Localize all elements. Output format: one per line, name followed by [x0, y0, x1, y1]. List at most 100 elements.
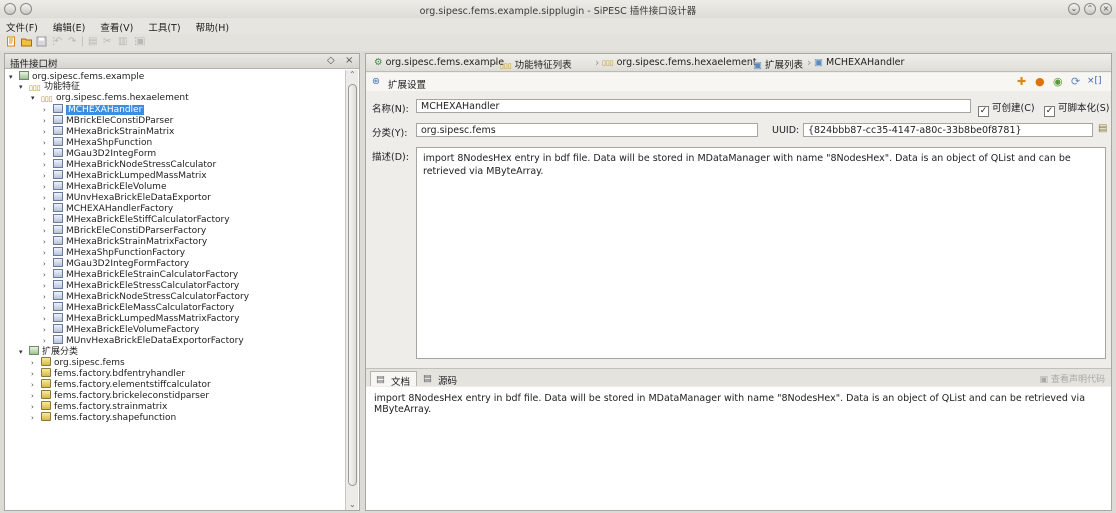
folder-icon [41, 357, 51, 366]
package-icon: ▯▯▯ [41, 95, 53, 103]
tree-root[interactable]: ▾ org.sipesc.fems.example [9, 71, 144, 82]
scriptable-checkbox[interactable]: ✓ 可脚本化(S) [1044, 100, 1109, 117]
menu-edit[interactable]: 编辑(E) [47, 18, 91, 34]
breadcrumb: ⚙ org.sipesc.fems.example › ▯▯▯ 功能特征列表 ›… [366, 54, 1111, 72]
breadcrumb-item-features[interactable]: ▯▯▯ 功能特征列表 [500, 57, 572, 71]
redo-icon[interactable]: ↷ [68, 36, 79, 47]
class-icon [53, 104, 63, 113]
class-icon [53, 192, 63, 201]
tree-class-item[interactable]: › MHexaBrickEleStressCalculatorFactory [43, 280, 239, 291]
tree-class-item[interactable]: › MHexaBrickNodeStressCalculator [43, 159, 216, 170]
tree-class-item[interactable]: › MHexaBrickEleVolume [43, 181, 167, 192]
maximize-icon[interactable]: ⌃ [1084, 3, 1096, 15]
tree-folder-item[interactable]: › org.sipesc.fems [31, 357, 125, 368]
panel-menu-icon[interactable]: ◇ [327, 55, 335, 66]
check-icon: ✓ [1044, 106, 1055, 117]
new-file-icon[interactable] [6, 36, 17, 47]
add-icon[interactable]: ✚ [1017, 75, 1026, 88]
uuid-field[interactable]: {824bbb87-cc35-4147-a80c-33b8be0f8781} [803, 123, 1093, 137]
class-icon [53, 159, 63, 168]
class-icon [53, 181, 63, 190]
tree-class-item[interactable]: › MHexaBrickLumpedMassMatrixFactory [43, 313, 239, 324]
tree-class-item[interactable]: › MHexaBrickEleMassCalculatorFactory [43, 302, 234, 313]
folder-icon [41, 412, 51, 421]
tree-class-item[interactable]: › MHexaBrickStrainMatrix [43, 126, 174, 137]
tree-class-item[interactable]: › MHexaShpFunctionFactory [43, 247, 185, 258]
close-editor-icon[interactable]: ×[] [1087, 76, 1102, 86]
tree-class-item[interactable]: › MHexaBrickLumpedMassMatrix [43, 170, 207, 181]
paste-icon[interactable]: ▥ [118, 36, 129, 47]
tree-class-item[interactable]: › MHexaShpFunction [43, 137, 152, 148]
creatable-checkbox[interactable]: ✓ 可创建(C) [978, 100, 1035, 117]
tree-folder-item[interactable]: › fems.factory.shapefunction [31, 412, 176, 423]
scroll-down-icon[interactable]: ⌄ [349, 500, 356, 509]
menu-help[interactable]: 帮助(H) [190, 18, 236, 34]
tab-source[interactable]: ▤ 源码 [418, 371, 463, 387]
tree-folder-item[interactable]: › fems.factory.strainmatrix [31, 401, 167, 412]
tree-class-item[interactable]: › MHexaBrickEleStiffCalculatorFactory [43, 214, 230, 225]
breadcrumb-item-project[interactable]: ⚙ org.sipesc.fems.example [374, 57, 504, 68]
tab-documentation[interactable]: ▤ 文档 [370, 371, 418, 388]
menu-bar: 文件(F) 编辑(E) 查看(V) 工具(T) 帮助(H) [0, 18, 1116, 34]
extension-form: 名称(N): MCHEXAHandler ✓ 可创建(C) ✓ 可脚本化(S) 分类… [366, 92, 1111, 364]
run-icon[interactable]: ◉ [1053, 75, 1063, 88]
folder-icon [41, 368, 51, 377]
copy-icon[interactable]: ▤ [88, 36, 99, 47]
menu-file[interactable]: 文件(F) [0, 18, 44, 34]
class-icon [53, 313, 63, 322]
class-icon [53, 137, 63, 146]
tree-class-item[interactable]: › MHexaBrickEleVolumeFactory [43, 324, 199, 335]
view-declaration-button[interactable]: ▣ 查看声明代码 [1039, 372, 1105, 385]
tree-class-item[interactable]: › MUnvHexaBrickEleDataExportorFactory [43, 335, 244, 346]
minimize-icon[interactable]: ⌄ [1068, 3, 1080, 15]
info-icon[interactable]: ● [1035, 75, 1045, 88]
menu-tools[interactable]: 工具(T) [142, 18, 186, 34]
section-title: 扩展设置 [388, 80, 427, 91]
tree-class-item[interactable]: › MGau3D2IntegForm [43, 148, 156, 159]
menu-view[interactable]: 查看(V) [94, 18, 139, 34]
folder-icon [41, 390, 51, 399]
tree-class-item[interactable]: › MHexaBrickNodeStressCalculatorFactory [43, 291, 249, 302]
properties-icon[interactable]: ▣ [136, 36, 147, 47]
refresh-icon[interactable]: ⟳ [1071, 75, 1080, 88]
tree-scrollbar[interactable]: ⌃ ⌄ [345, 70, 358, 510]
generate-uuid-icon[interactable]: ▤ [1098, 123, 1107, 134]
tree-package[interactable]: ▾ ▯▯▯ org.sipesc.fems.hexaelement [31, 93, 189, 104]
tree-class-item[interactable]: › MBrickEleConstiDParser [43, 115, 173, 126]
class-icon [53, 148, 63, 157]
check-icon: ✓ [978, 106, 989, 117]
scroll-up-icon[interactable]: ⌃ [349, 70, 356, 79]
tree-folder-item[interactable]: › fems.factory.elementstiffcalculator [31, 379, 211, 390]
breadcrumb-item-extensions[interactable]: ▣ 扩展列表 [753, 57, 803, 71]
class-icon [53, 236, 63, 245]
tree-class-item[interactable]: › MGau3D2IntegFormFactory [43, 258, 189, 269]
open-folder-icon[interactable] [21, 36, 32, 47]
tree-group-extension-categories[interactable]: ▾ 扩展分类 [19, 346, 78, 357]
tree-class-item[interactable]: › MHexaBrickEleStrainCalculatorFactory [43, 269, 238, 280]
category-field[interactable]: org.sipesc.fems [416, 123, 758, 137]
title-bar: org.sipesc.fems.example.sipplugin - SiPE… [0, 0, 1116, 18]
tree-class-item[interactable]: › MUnvHexaBrickEleDataExportor [43, 192, 211, 203]
class-icon [53, 302, 63, 311]
tree-class-item[interactable]: › MBrickEleConstiDParserFactory [43, 225, 206, 236]
tree-class-item[interactable]: › MHexaBrickStrainMatrixFactory [43, 236, 207, 247]
class-icon [53, 247, 63, 256]
undo-icon[interactable]: ↶ [54, 36, 65, 47]
project-icon [19, 71, 29, 80]
class-icon [53, 214, 63, 223]
description-field[interactable]: import 8NodesHex entry in bdf file. Data… [416, 147, 1106, 359]
description-label: 描述(D): [372, 152, 409, 163]
close-icon[interactable]: × [1100, 3, 1112, 15]
cut-icon[interactable]: ✂ [103, 36, 114, 47]
panel-close-icon[interactable]: × [345, 55, 353, 66]
name-field[interactable]: MCHEXAHandler [416, 99, 971, 113]
tree-class-item[interactable]: › MCHEXAHandler [43, 104, 145, 115]
save-icon[interactable] [36, 36, 47, 47]
scrollbar-thumb[interactable] [348, 84, 357, 486]
tree-folder-item[interactable]: › fems.factory.bdfentryhandler [31, 368, 185, 379]
tree-group-features[interactable]: ▾ ▯▯▯ 功能特征 [19, 82, 80, 93]
tree-class-item[interactable]: › MCHEXAHandlerFactory [43, 203, 173, 214]
tree-folder-item[interactable]: › fems.factory.brickeleconstidparser [31, 390, 209, 401]
breadcrumb-item-package[interactable]: ▯▯▯ org.sipesc.fems.hexaelement [602, 57, 757, 68]
breadcrumb-item-handler[interactable]: ▣ MCHEXAHandler [814, 57, 904, 68]
